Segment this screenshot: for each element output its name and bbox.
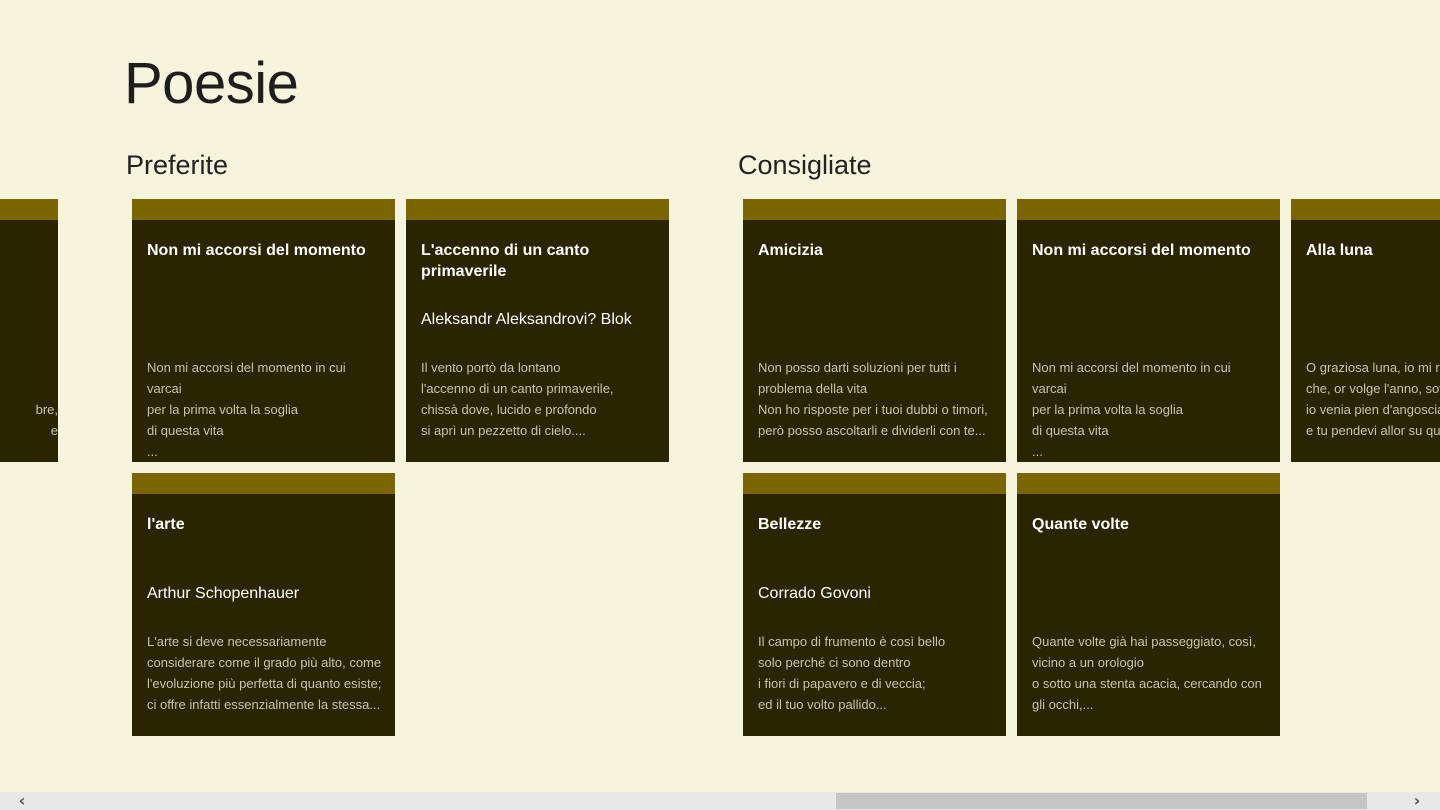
tile-accent-bar [0,199,58,220]
tile-excerpt: L'arte si deve necessariamente considera… [147,634,382,712]
poem-tile-l-arte[interactable]: l'arte Arthur Schopenhauer L'arte si dev… [132,473,395,736]
tile-excerpt: Il vento portò da lontano l'accenno di u… [421,360,614,438]
tile-title: Bellezze [758,516,822,533]
app-page: Poesie Preferite Consigliate bre, e Non … [0,0,1440,810]
tile-excerpt: Non mi accorsi del momento in cui varcai… [1032,360,1231,459]
tile-excerpt: Quante volte già hai passeggiato, così, … [1032,634,1262,712]
scrollbar-thumb[interactable] [836,793,1367,809]
group-header-consigliate[interactable]: Consigliate [738,150,872,181]
poem-tile-partial-left[interactable]: bre, e [0,199,58,462]
poem-tile-bellezze[interactable]: Bellezze Corrado Govoni Il campo di frum… [743,473,1006,736]
tile-excerpt: Non posso darti soluzioni per tutti i pr… [758,360,988,438]
scroll-right-arrow-icon[interactable]: › [1408,792,1426,810]
poem-tile-non-mi-accorsi-consigliata[interactable]: Non mi accorsi del momento Non mi accors… [1017,199,1280,462]
tile-excerpt: O graziosa luna, io mi ra che, or volge … [1306,360,1440,438]
tile-accent-bar [743,473,1006,494]
scroll-left-arrow-icon[interactable]: ‹ [13,792,31,810]
tile-excerpt: bre, e [35,402,58,438]
tile-author: Corrado Govoni [758,585,871,602]
tile-accent-bar [743,199,1006,220]
tile-accent-bar [132,473,395,494]
page-title: Poesie [124,51,299,116]
tile-title: Quante volte [1032,516,1129,533]
tile-title: Non mi accorsi del momento [1032,242,1251,259]
tile-accent-bar [1017,473,1280,494]
poem-tile-quante-volte[interactable]: Quante volte Quante volte già hai passeg… [1017,473,1280,736]
tile-title: L'accenno di un canto primaverile [421,242,590,280]
tile-accent-bar [1017,199,1280,220]
tile-title: Non mi accorsi del momento [147,242,366,259]
poem-tile-accenno-canto[interactable]: L'accenno di un canto primaverile Aleksa… [406,199,669,462]
tile-excerpt: Non mi accorsi del momento in cui varcai… [147,360,346,459]
poem-tile-alla-luna[interactable]: Alla luna O graziosa luna, io mi ra che,… [1291,199,1440,462]
tile-excerpt: Il campo di frumento è così bello solo p… [758,634,946,712]
tile-accent-bar [132,199,395,220]
tile-title: Alla luna [1306,242,1373,259]
poem-tile-amicizia[interactable]: Amicizia Non posso darti soluzioni per t… [743,199,1006,462]
poem-tile-non-mi-accorsi[interactable]: Non mi accorsi del momento Non mi accors… [132,199,395,462]
tile-author: Arthur Schopenhauer [147,585,300,602]
tile-accent-bar [406,199,669,220]
tile-title: l'arte [147,516,185,533]
tile-author: Aleksandr Aleksandrovi? Blok [421,311,632,328]
horizontal-scrollbar[interactable]: ‹ › [0,792,1440,810]
tile-accent-bar [1291,199,1440,220]
group-header-preferite[interactable]: Preferite [126,150,228,181]
tile-title: Amicizia [758,242,823,259]
